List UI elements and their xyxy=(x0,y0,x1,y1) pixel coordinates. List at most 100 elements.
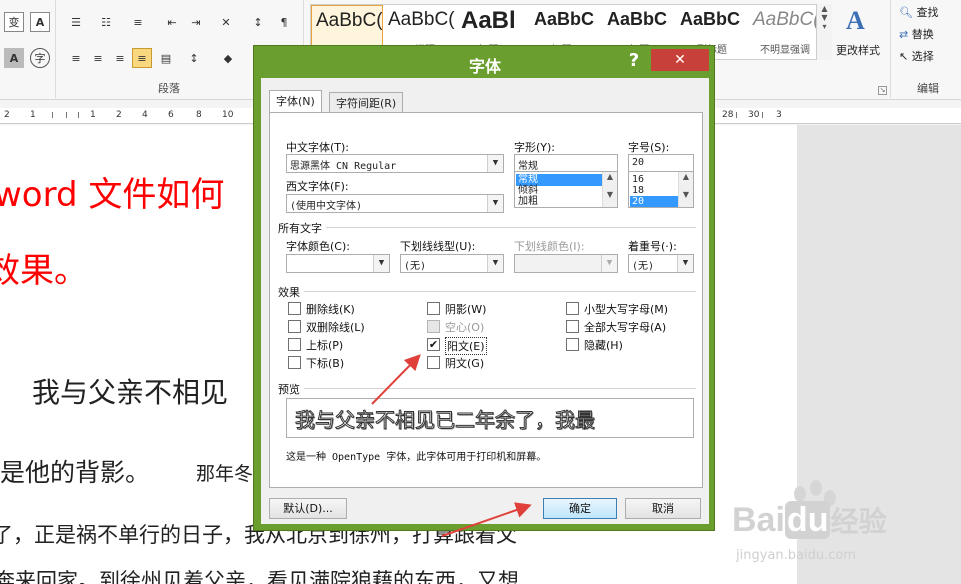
styles-gallery-scroll[interactable]: ▲ ▼ ▾ xyxy=(816,4,832,60)
underline-type-combo[interactable]: (无) ▼ xyxy=(400,254,504,273)
font-color-label: 字体颜色(C): xyxy=(286,240,350,253)
emphasis-mark-value: (无) xyxy=(632,261,655,272)
strikethrough-checkbox[interactable] xyxy=(288,302,301,315)
body-line-1: 我与父亲不相见 xyxy=(32,376,229,409)
emphasis-mark-combo[interactable]: (无) ▼ xyxy=(628,254,694,273)
replace-label: 替换 xyxy=(911,28,934,41)
numbering-icon[interactable]: ☷ xyxy=(96,12,116,32)
font-size-scrollbar[interactable]: ▲ ▼ xyxy=(678,172,693,207)
all-caps-checkbox[interactable] xyxy=(566,320,579,333)
hidden-checkbox[interactable] xyxy=(566,338,579,351)
font-style-list[interactable]: 常规 倾斜 加粗 ▲ ▼ xyxy=(514,171,618,208)
align-right-icon[interactable]: ≡ xyxy=(110,48,130,68)
underline-type-value: (无) xyxy=(404,261,427,272)
engrave-checkbox[interactable] xyxy=(427,356,440,369)
heading-line-1: word 文件如何 xyxy=(0,175,225,215)
styles-dialog-launcher-icon[interactable]: ↘ xyxy=(878,86,887,95)
style-subtle-emphasis[interactable]: AaBbC( 不明显强调 xyxy=(749,5,821,59)
font-size-option[interactable]: 20 xyxy=(630,196,678,207)
increase-indent-icon[interactable]: ⇥ xyxy=(186,12,206,32)
chinese-font-combo[interactable]: 思源黑体 CN Regular ▼ xyxy=(286,154,504,173)
select-button[interactable]: ↖ 选择 xyxy=(899,48,934,64)
chevron-down-icon[interactable]: ▼ xyxy=(487,255,503,272)
subscript-checkbox[interactable] xyxy=(288,356,301,369)
divider xyxy=(278,291,696,292)
outline-label: 空心(O) xyxy=(445,321,485,334)
justify-icon[interactable]: ≡ xyxy=(132,48,152,68)
dialog-titlebar[interactable]: 字体 ? ✕ xyxy=(254,46,716,76)
asian-layout-icon[interactable]: ✕ xyxy=(216,12,236,32)
help-icon[interactable]: ? xyxy=(621,50,647,74)
chevron-down-icon[interactable]: ▼ xyxy=(487,195,503,212)
close-button[interactable]: ✕ xyxy=(651,49,709,71)
emboss-label[interactable]: 阳文(E) xyxy=(445,337,487,355)
style-preview: AaBbC xyxy=(534,9,595,29)
preview-box: 我与父亲不相见已二年余了，我最 xyxy=(286,398,694,438)
engrave-label[interactable]: 阴文(G) xyxy=(445,355,484,371)
replace-button[interactable]: ⇄ 替换 xyxy=(899,26,934,42)
preview-text: 我与父亲不相见已二年余了，我最 xyxy=(295,408,596,433)
distributed-icon[interactable]: ▤ xyxy=(156,48,176,68)
cancel-button[interactable]: 取消 xyxy=(625,498,701,519)
chevron-down-icon[interactable]: ▼ xyxy=(373,255,389,272)
style-preview: AaBbC xyxy=(680,9,741,29)
multilevel-list-icon[interactable]: ≡ xyxy=(128,12,148,32)
shading-icon[interactable]: ◆ xyxy=(218,48,238,68)
superscript-checkbox[interactable] xyxy=(288,338,301,351)
western-font-combo[interactable]: (使用中文字体) ▼ xyxy=(286,194,504,213)
bullets-icon[interactable]: ☰ xyxy=(66,12,86,32)
character-border-button[interactable]: A xyxy=(30,12,50,32)
editing-group: 🔍︎ 查找 ⇄ 替换 ↖ 选择 编辑 xyxy=(890,0,961,98)
style-preview: AaBl xyxy=(461,7,516,34)
tab-font[interactable]: 字体(N) xyxy=(269,90,322,113)
set-default-button[interactable]: 默认(D)... xyxy=(269,498,347,519)
tab-character-spacing[interactable]: 字符间距(R) xyxy=(329,92,404,112)
show-marks-icon[interactable]: ¶ xyxy=(274,12,294,32)
style-preview: AaBbC( xyxy=(388,9,455,30)
ruler-tick: 30 xyxy=(748,110,760,120)
font-dialog: 字体 ? ✕ 字体(N) 字符间距(R) 中文字体(T): 思源黑体 CN Re… xyxy=(253,45,715,531)
character-border-label: A xyxy=(35,15,45,29)
superscript-label[interactable]: 上标(P) xyxy=(306,337,343,353)
character-shading-button[interactable]: A xyxy=(4,48,24,68)
strikethrough-label[interactable]: 删除线(K) xyxy=(306,301,355,317)
editing-group-label: 编辑 xyxy=(917,82,939,95)
chevron-down-icon[interactable]: ▼ xyxy=(677,255,693,272)
font-style-option[interactable]: 加粗 xyxy=(516,196,602,207)
double-strikethrough-checkbox[interactable] xyxy=(288,320,301,333)
sort-icon[interactable]: ↕ xyxy=(248,12,268,32)
double-strikethrough-label[interactable]: 双删除线(L) xyxy=(306,319,365,335)
ruler-mark xyxy=(66,112,67,118)
change-styles-icon: A xyxy=(846,6,865,35)
find-button[interactable]: 🔍︎ 查找 xyxy=(899,4,938,20)
chevron-down-icon[interactable]: ▼ xyxy=(487,155,503,172)
font-style-scrollbar[interactable]: ▲ ▼ xyxy=(602,172,617,207)
shadow-label[interactable]: 阴影(W) xyxy=(445,301,486,317)
ok-button[interactable]: 确定 xyxy=(543,498,617,519)
effects-section-label: 效果 xyxy=(278,284,304,300)
hidden-label[interactable]: 隐藏(H) xyxy=(584,337,623,353)
emboss-checkbox[interactable]: ✔ xyxy=(427,338,440,351)
chinese-font-label: 中文字体(T): xyxy=(286,141,350,154)
ruler-mark xyxy=(78,112,79,118)
select-cursor-icon: ↖ xyxy=(899,50,909,63)
shadow-checkbox[interactable] xyxy=(427,302,440,315)
phonetic-guide-button[interactable]: 变 xyxy=(4,12,24,32)
decrease-indent-icon[interactable]: ⇤ xyxy=(162,12,182,32)
line-spacing-icon[interactable]: ↕ xyxy=(184,48,204,68)
ruler-tick: 28 xyxy=(722,110,734,120)
paragraph-group-label: 段落 xyxy=(158,82,180,95)
small-caps-checkbox[interactable] xyxy=(566,302,579,315)
align-center-icon[interactable]: ≡ xyxy=(88,48,108,68)
change-styles-button[interactable]: A 更改样式 xyxy=(834,4,888,64)
enclose-characters-button[interactable]: 字 xyxy=(30,48,50,68)
align-left-icon[interactable]: ≡ xyxy=(66,48,86,68)
font-size-list[interactable]: 16 18 20 ▲ ▼ xyxy=(628,171,694,208)
subscript-label[interactable]: 下标(B) xyxy=(306,355,344,371)
small-caps-label[interactable]: 小型大写字母(M) xyxy=(584,301,668,317)
font-color-combo[interactable]: ▼ xyxy=(286,254,390,273)
all-caps-label[interactable]: 全部大写字母(A) xyxy=(584,319,666,335)
preview-section-label: 预览 xyxy=(278,381,304,397)
ruler-tick: 10 xyxy=(222,110,234,120)
font-size-label: 字号(S): xyxy=(628,141,670,154)
